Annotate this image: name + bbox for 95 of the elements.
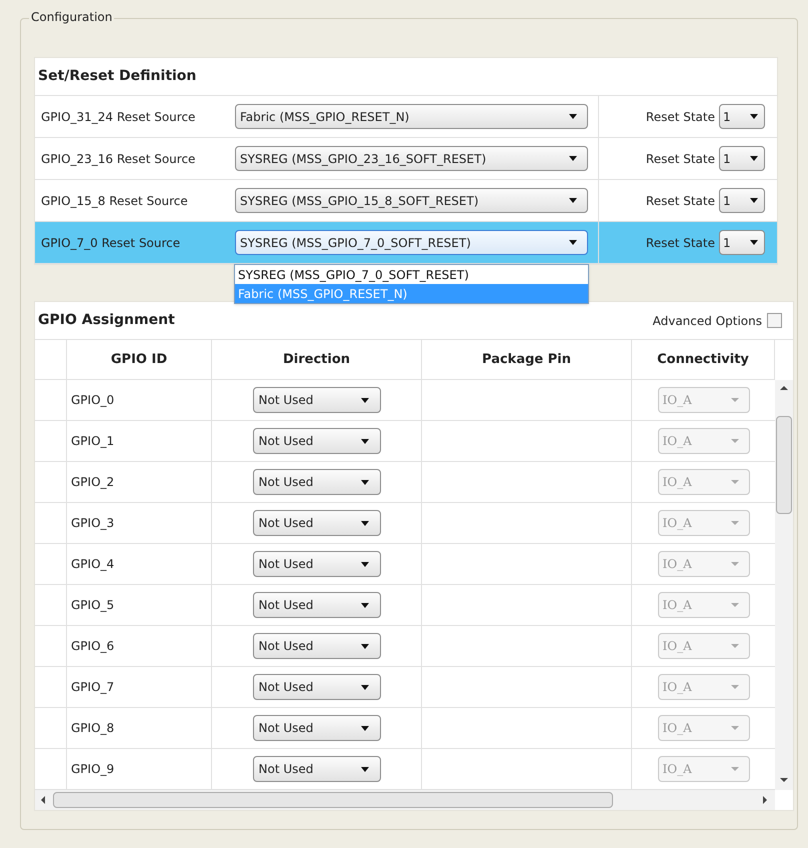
scroll-left-icon[interactable] bbox=[41, 796, 45, 804]
caret-icon bbox=[360, 602, 368, 608]
caret-icon bbox=[730, 644, 738, 648]
row-label: GPIO_23_16 Reset Source bbox=[41, 150, 196, 168]
scroll-down-icon[interactable] bbox=[780, 778, 788, 782]
field-label: Reset State bbox=[646, 192, 715, 210]
caret-icon bbox=[730, 521, 738, 525]
caret-icon bbox=[569, 198, 577, 203]
row-label: GPIO_31_24 Reset Source bbox=[41, 108, 196, 126]
caret-icon bbox=[730, 685, 738, 689]
dropdown: IO_A bbox=[658, 633, 750, 659]
caret-icon bbox=[360, 562, 368, 566]
dropdown[interactable]: SYSREG (MSS_GPIO_23_16_SOFT_RESET) bbox=[235, 146, 588, 171]
dropdown[interactable]: Not Used bbox=[252, 633, 380, 659]
caret-icon bbox=[730, 726, 738, 730]
table-row[interactable]: GPIO_7_0 Reset Source SYSREG (MSS_GPIO_7_0_SOFT_RESET) Reset State 1 bbox=[35, 222, 777, 264]
dropdown[interactable]: Not Used bbox=[252, 469, 380, 495]
dropdown: IO_A bbox=[658, 756, 750, 782]
dropdown-option[interactable]: SYSREG (MSS_GPIO_7_0_SOFT_RESET) bbox=[235, 265, 588, 284]
dropdown[interactable]: 1 bbox=[719, 104, 765, 129]
dropdown: IO_A bbox=[658, 510, 750, 536]
caret-icon bbox=[569, 114, 577, 119]
table-cell-text: GPIO_5 bbox=[71, 597, 114, 614]
scroll-thumb[interactable] bbox=[776, 416, 792, 514]
dropdown[interactable]: Not Used bbox=[252, 756, 380, 782]
checkbox[interactable] bbox=[767, 313, 782, 328]
dropdown[interactable]: SYSREG (MSS_GPIO_15_8_SOFT_RESET) bbox=[235, 188, 588, 213]
field-label: Reset State bbox=[646, 150, 715, 168]
caret-icon bbox=[730, 480, 738, 484]
caret-icon bbox=[750, 156, 758, 161]
table-cell-text: GPIO_9 bbox=[71, 761, 114, 778]
column-header[interactable]: Direction bbox=[282, 350, 350, 370]
dropdown: IO_A bbox=[658, 715, 750, 741]
caret-icon bbox=[730, 603, 738, 607]
caret-icon bbox=[360, 644, 368, 648]
dropdown[interactable]: SYSREG (MSS_GPIO_7_0_SOFT_RESET) bbox=[235, 230, 588, 255]
caret-icon bbox=[750, 240, 758, 245]
table-cell-text: GPIO_6 bbox=[71, 638, 114, 655]
table-cell-text: GPIO_2 bbox=[71, 474, 114, 491]
caret-icon bbox=[360, 766, 368, 772]
table-cell-text: GPIO_7 bbox=[71, 679, 114, 696]
dropdown[interactable]: 1 bbox=[719, 146, 765, 171]
caret-icon bbox=[360, 684, 368, 690]
column-header[interactable]: Package Pin bbox=[482, 350, 571, 370]
table-row[interactable]: GPIO_23_16 Reset Source SYSREG (MSS_GPIO_23_16_SOFT_RESET) Reset State 1 bbox=[35, 138, 777, 180]
dropdown[interactable]: Not Used bbox=[252, 387, 380, 413]
dropdown: IO_A bbox=[658, 674, 750, 700]
section-title: GPIO Assignment bbox=[38, 311, 175, 330]
table-cell-text: GPIO_1 bbox=[71, 433, 114, 450]
scroll-thumb[interactable] bbox=[53, 792, 613, 808]
dropdown[interactable]: Not Used bbox=[252, 551, 380, 577]
dropdown: IO_A bbox=[658, 551, 750, 577]
dropdown: IO_A bbox=[658, 469, 750, 495]
caret-icon bbox=[360, 438, 368, 444]
dropdown: IO_A bbox=[658, 428, 750, 454]
caret-icon bbox=[569, 240, 577, 245]
dropdown[interactable]: Not Used bbox=[252, 592, 380, 618]
caret-icon bbox=[750, 198, 758, 203]
dropdown[interactable]: Not Used bbox=[252, 428, 380, 454]
caret-icon bbox=[730, 562, 738, 566]
dropdown: IO_A bbox=[658, 592, 750, 618]
dropdown[interactable]: 1 bbox=[719, 230, 765, 255]
field-label: Reset State bbox=[646, 234, 715, 252]
caret-icon bbox=[360, 520, 368, 526]
scroll-up-icon[interactable] bbox=[780, 386, 788, 390]
table-cell-text: GPIO_0 bbox=[71, 392, 114, 409]
dropdown[interactable]: 1 bbox=[719, 188, 765, 213]
table-row[interactable]: GPIO_15_8 Reset Source SYSREG (MSS_GPIO_15_8_SOFT_RESET) Reset State 1 bbox=[35, 180, 777, 222]
dropdown[interactable]: Fabric (MSS_GPIO_RESET_N) bbox=[235, 104, 588, 129]
vertical-scrollbar[interactable] bbox=[775, 380, 793, 790]
horizontal-scrollbar[interactable] bbox=[35, 790, 775, 810]
caret-icon bbox=[360, 398, 368, 402]
column-header[interactable]: GPIO ID bbox=[110, 350, 168, 370]
row-label: GPIO_15_8 Reset Source bbox=[41, 192, 188, 210]
dropdown[interactable]: Not Used bbox=[252, 674, 380, 700]
field-label: Reset State bbox=[646, 108, 715, 126]
table-cell-text: GPIO_4 bbox=[71, 556, 114, 573]
caret-icon bbox=[730, 398, 738, 402]
caret-icon bbox=[730, 767, 738, 771]
caret-icon bbox=[360, 726, 368, 730]
caret-icon bbox=[360, 480, 368, 484]
dropdown: IO_A bbox=[658, 387, 750, 413]
table-cell-text: GPIO_3 bbox=[71, 515, 114, 532]
section-title: Set/Reset Definition bbox=[38, 67, 196, 86]
row-label: GPIO_7_0 Reset Source bbox=[41, 234, 180, 252]
dropdown[interactable]: Not Used bbox=[252, 510, 380, 536]
checkbox-label: Advanced Options bbox=[652, 312, 762, 330]
caret-icon bbox=[750, 114, 758, 119]
dropdown[interactable]: Not Used bbox=[252, 715, 380, 741]
table-row[interactable]: GPIO_31_24 Reset Source Fabric (MSS_GPIO_RESET_N) Reset State 1 bbox=[35, 96, 777, 138]
caret-icon bbox=[730, 439, 738, 443]
table-cell-text: GPIO_8 bbox=[71, 720, 114, 737]
column-header[interactable]: Connectivity bbox=[657, 350, 749, 370]
scroll-right-icon[interactable] bbox=[763, 796, 767, 804]
caret-icon bbox=[569, 156, 577, 161]
